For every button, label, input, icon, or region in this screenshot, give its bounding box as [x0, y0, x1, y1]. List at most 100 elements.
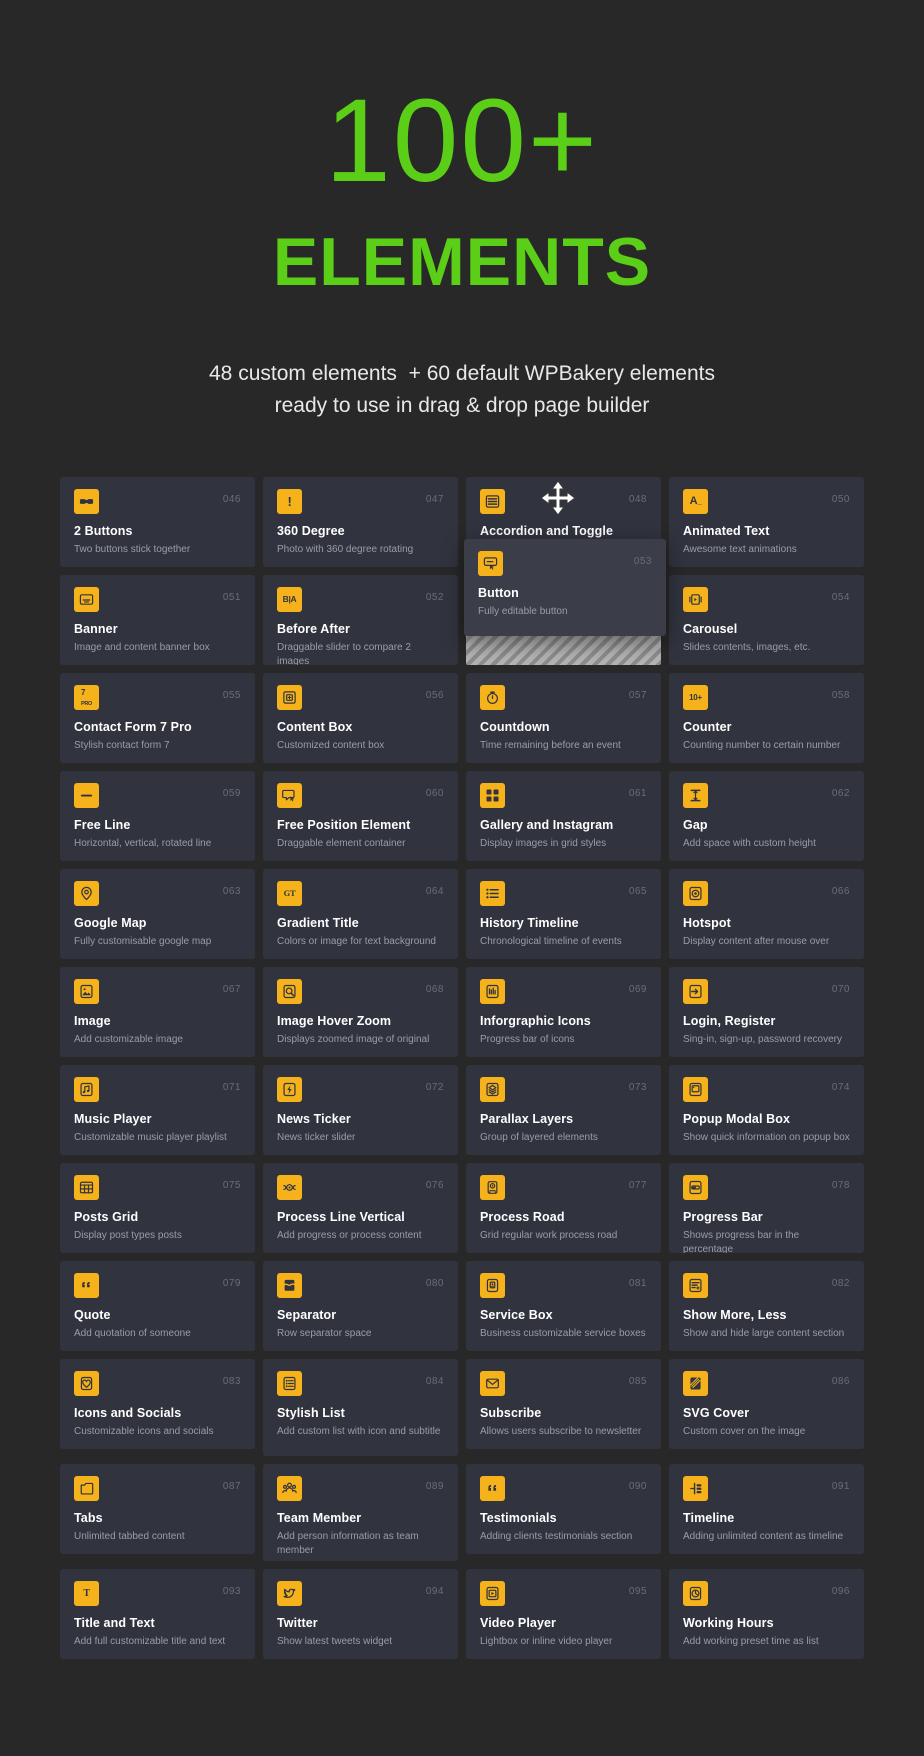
card-number: 055 — [223, 685, 241, 701]
card-description: Sing-in, sign-up, password recovery — [683, 1033, 850, 1047]
element-card[interactable]: 066HotspotDisplay content after mouse ov… — [669, 869, 864, 959]
process-line-icon — [277, 1175, 302, 1200]
card-title: Tabs — [74, 1511, 241, 1525]
card-top: 080 — [277, 1273, 444, 1298]
element-card[interactable]: 095Video PlayerLightbox or inline video … — [466, 1569, 661, 1659]
element-card[interactable]: 079QuoteAdd quotation of someone — [60, 1261, 255, 1351]
card-number: 086 — [832, 1371, 850, 1387]
card-top: 071 — [74, 1077, 241, 1102]
element-card[interactable]: 065History TimelineChronological timelin… — [466, 869, 661, 959]
element-card[interactable]: 085SubscribeAllows users subscribe to ne… — [466, 1359, 661, 1449]
element-card[interactable]: 074Popup Modal BoxShow quick information… — [669, 1065, 864, 1155]
card-title: SVG Cover — [683, 1406, 850, 1420]
card-description: Show and hide large content section — [683, 1327, 850, 1341]
element-card[interactable]: 078Progress BarShows progress bar in the… — [669, 1163, 864, 1253]
two-buttons-icon — [74, 489, 99, 514]
element-card[interactable]: T093Title and TextAdd full customizable … — [60, 1569, 255, 1659]
element-card[interactable]: 061Gallery and InstagramDisplay images i… — [466, 771, 661, 861]
card-title: Counter — [683, 720, 850, 734]
card-description: Custom cover on the image — [683, 1425, 850, 1439]
element-card[interactable]: 7PRO055Contact Form 7 ProStylish contact… — [60, 673, 255, 763]
element-card[interactable]: 056Content BoxCustomized content box — [263, 673, 458, 763]
card-description: Fully customisable google map — [74, 935, 241, 949]
card-top: 089 — [277, 1476, 444, 1501]
drag-ghost-card[interactable]: 053 Button Fully editable button — [464, 539, 666, 636]
element-card[interactable]: 10+058CounterCounting number to certain … — [669, 673, 864, 763]
drag-ghost-desc: Fully editable button — [478, 605, 652, 619]
element-card[interactable]: 059Free LineHorizontal, vertical, rotate… — [60, 771, 255, 861]
card-description: Lightbox or inline video player — [480, 1635, 647, 1649]
card-top: 072 — [277, 1077, 444, 1102]
card-number: 082 — [832, 1273, 850, 1289]
card-top: 074 — [683, 1077, 850, 1102]
card-title: Hotspot — [683, 916, 850, 930]
card-number: 073 — [629, 1077, 647, 1093]
element-card[interactable]: 094TwitterShow latest tweets widget — [263, 1569, 458, 1659]
element-card[interactable]: 087TabsUnlimited tabbed content — [60, 1464, 255, 1554]
element-card[interactable]: 080SeparatorRow separator space — [263, 1261, 458, 1351]
element-card[interactable]: 071Music PlayerCustomizable music player… — [60, 1065, 255, 1155]
element-card[interactable]: 068Image Hover ZoomDisplays zoomed image… — [263, 967, 458, 1057]
card-title: Process Road — [480, 1210, 647, 1224]
element-card[interactable]: 081Service BoxBusiness customizable serv… — [466, 1261, 661, 1351]
card-description: Adding clients testimonials section — [480, 1530, 647, 1544]
element-card[interactable]: !047360 DegreePhoto with 360 degree rota… — [263, 477, 458, 567]
element-card[interactable]: 073Parallax LayersGroup of layered eleme… — [466, 1065, 661, 1155]
card-number: 050 — [832, 489, 850, 505]
popup-modal-icon — [683, 1077, 708, 1102]
team-members-icon — [277, 1476, 302, 1501]
element-card[interactable]: 075Posts GridDisplay post types posts — [60, 1163, 255, 1253]
element-card[interactable]: 084Stylish ListAdd custom list with icon… — [263, 1359, 458, 1456]
hero-subtitle: 48 custom elements + 60 default WPBakery… — [0, 358, 924, 422]
element-card[interactable]: 083Icons and SocialsCustomizable icons a… — [60, 1359, 255, 1449]
element-card[interactable]: A_050Animated TextAwesome text animation… — [669, 477, 864, 567]
hero-subtitle-line-2: ready to use in drag & drop page builder — [0, 390, 924, 422]
card-top: 086 — [683, 1371, 850, 1396]
element-card[interactable]: 091TimelineAdding unlimited content as t… — [669, 1464, 864, 1554]
card-number: 070 — [832, 979, 850, 995]
bars-icon — [480, 979, 505, 1004]
card-description: Awesome text animations — [683, 543, 850, 557]
map-pin-icon — [74, 881, 99, 906]
element-card[interactable]: 0462 ButtonsTwo buttons stick together — [60, 477, 255, 567]
element-card[interactable]: 082Show More, LessShow and hide large co… — [669, 1261, 864, 1351]
element-card[interactable]: 054CarouselSlides contents, images, etc. — [669, 575, 864, 665]
element-card[interactable]: 076Process Line VerticalAdd progress or … — [263, 1163, 458, 1253]
element-card[interactable]: 063Google MapFully customisable google m… — [60, 869, 255, 959]
card-number: 063 — [223, 881, 241, 897]
card-description: Image and content banner box — [74, 641, 241, 655]
card-description: News ticker slider — [277, 1131, 444, 1145]
card-top: 082 — [683, 1273, 850, 1298]
element-card[interactable]: 086 SVG Cover Custom cover on the image — [669, 1359, 864, 1449]
card-number: 065 — [629, 881, 647, 897]
card-number: 058 — [832, 685, 850, 701]
element-card[interactable]: 069Inforgraphic IconsProgress bar of ico… — [466, 967, 661, 1057]
card-description: Draggable slider to compare 2 images — [277, 641, 444, 665]
contact-form-7-pro-icon: 7PRO — [74, 685, 99, 710]
element-card[interactable]: 077Process RoadGrid regular work process… — [466, 1163, 661, 1253]
card-description: Counting number to certain number — [683, 739, 850, 753]
element-card[interactable]: 060Free Position ElementDraggable elemen… — [263, 771, 458, 861]
card-description: Displays zoomed image of original — [277, 1033, 444, 1047]
card-title: Subscribe — [480, 1406, 647, 1420]
element-card[interactable]: 090TestimonialsAdding clients testimonia… — [466, 1464, 661, 1554]
element-card[interactable]: B|A052Before AfterDraggable slider to co… — [263, 575, 458, 665]
card-top: 066 — [683, 881, 850, 906]
card-top: 056 — [277, 685, 444, 710]
hero-subtitle-line-1: 48 custom elements + 60 default WPBakery… — [0, 358, 924, 390]
drag-ghost-title: Button — [478, 586, 652, 600]
card-title: Banner — [74, 622, 241, 636]
card-top: 063 — [74, 881, 241, 906]
element-card[interactable]: 070Login, RegisterSing-in, sign-up, pass… — [669, 967, 864, 1057]
element-card[interactable]: 096Working HoursAdd working preset time … — [669, 1569, 864, 1659]
card-number: 057 — [629, 685, 647, 701]
card-title: Image — [74, 1014, 241, 1028]
element-card[interactable]: 072News TickerNews ticker slider — [263, 1065, 458, 1155]
element-card[interactable]: 089Team MemberAdd person information as … — [263, 1464, 458, 1561]
hero-section: 100+ ELEMENTS 48 custom elements + 60 de… — [0, 0, 924, 422]
element-card[interactable]: GT064Gradient TitleColors or image for t… — [263, 869, 458, 959]
element-card[interactable]: 051BannerImage and content banner box — [60, 575, 255, 665]
element-card[interactable]: 067ImageAdd customizable image — [60, 967, 255, 1057]
element-card[interactable]: 057CountdownTime remaining before an eve… — [466, 673, 661, 763]
element-card[interactable]: 062GapAdd space with custom height — [669, 771, 864, 861]
